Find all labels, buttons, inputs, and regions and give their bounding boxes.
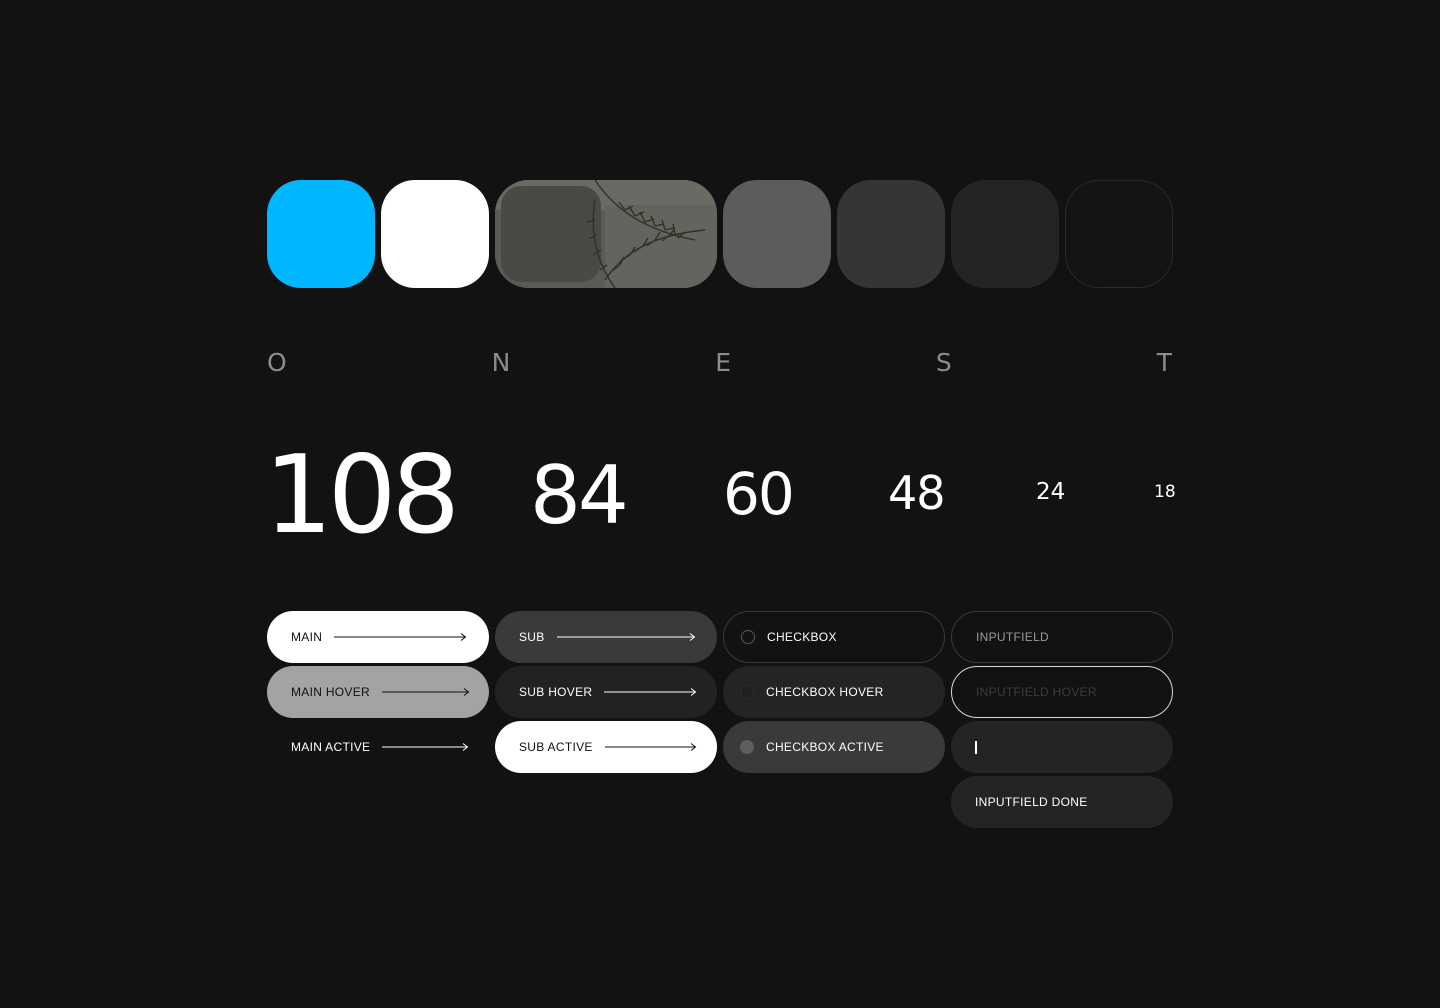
main-active-button-label: MAIN ACTIVE bbox=[291, 740, 371, 754]
swatch-gray-1 bbox=[723, 180, 831, 288]
letter-o: O bbox=[267, 347, 288, 377]
swatch-photo-plant bbox=[495, 180, 717, 288]
inputfield[interactable]: INPUTFIELD bbox=[951, 611, 1173, 663]
inputfield-hover-placeholder: INPUTFIELD HOVER bbox=[976, 685, 1097, 699]
sub-active-button-label: SUB ACTIVE bbox=[519, 740, 593, 754]
inputfield-active[interactable] bbox=[951, 721, 1173, 773]
type-size-108: 108 bbox=[264, 433, 460, 558]
checkbox[interactable]: CHECKBOX bbox=[723, 611, 945, 663]
type-size-60: 60 bbox=[723, 460, 795, 528]
letter-e: E bbox=[715, 347, 732, 377]
swatch-accent-blue bbox=[267, 180, 375, 288]
inputfield-done[interactable]: INPUTFIELD DONE bbox=[951, 776, 1173, 828]
main-hover-button[interactable]: MAIN HOVER bbox=[267, 666, 489, 718]
main-hover-button-label: MAIN HOVER bbox=[291, 685, 371, 699]
text-cursor-icon bbox=[975, 740, 977, 754]
swatch-gray-4 bbox=[1065, 180, 1173, 288]
checkbox-active[interactable]: CHECKBOX ACTIVE bbox=[723, 721, 945, 773]
arrow-right-icon bbox=[382, 688, 470, 696]
type-size-24: 24 bbox=[1036, 479, 1066, 505]
arrow-right-icon bbox=[604, 688, 697, 696]
main-button[interactable]: MAIN bbox=[267, 611, 489, 663]
checkbox-hover-label: CHECKBOX HOVER bbox=[766, 685, 884, 699]
type-size-18: 18 bbox=[1154, 482, 1176, 502]
main-active-button[interactable]: MAIN ACTIVE bbox=[267, 721, 489, 773]
arrow-right-icon bbox=[604, 743, 697, 751]
arrow-right-icon bbox=[382, 743, 469, 751]
swatch-gray-3 bbox=[951, 180, 1059, 288]
checkbox-filled-icon bbox=[740, 740, 754, 754]
sub-hover-button[interactable]: SUB HOVER bbox=[495, 666, 717, 718]
checkbox-hover[interactable]: CHECKBOX HOVER bbox=[723, 666, 945, 718]
swatch-gray-2 bbox=[837, 180, 945, 288]
sub-active-button[interactable]: SUB ACTIVE bbox=[495, 721, 717, 773]
type-size-48: 48 bbox=[888, 466, 946, 520]
swatch-white bbox=[381, 180, 489, 288]
arrow-right-icon bbox=[334, 633, 467, 641]
checkbox-circle-icon bbox=[741, 630, 755, 644]
sub-button[interactable]: SUB bbox=[495, 611, 717, 663]
arrow-right-icon bbox=[556, 633, 695, 641]
checkbox-circle-icon bbox=[740, 685, 754, 699]
main-button-label: MAIN bbox=[291, 630, 323, 644]
sub-hover-button-label: SUB HOVER bbox=[519, 685, 593, 699]
letter-s: S bbox=[935, 347, 953, 377]
checkbox-active-label: CHECKBOX ACTIVE bbox=[766, 740, 884, 754]
inputfield-done-value: INPUTFIELD DONE bbox=[975, 795, 1088, 809]
sub-button-label: SUB bbox=[519, 630, 545, 644]
checkbox-label: CHECKBOX bbox=[767, 630, 837, 644]
inputfield-hover[interactable]: INPUTFIELD HOVER bbox=[951, 666, 1173, 718]
inputfield-placeholder: INPUTFIELD bbox=[976, 630, 1050, 644]
letter-n: N bbox=[491, 347, 512, 377]
brand-letters: O N E S T bbox=[267, 345, 1173, 379]
type-size-84: 84 bbox=[530, 449, 629, 542]
letter-t: T bbox=[1156, 347, 1173, 377]
